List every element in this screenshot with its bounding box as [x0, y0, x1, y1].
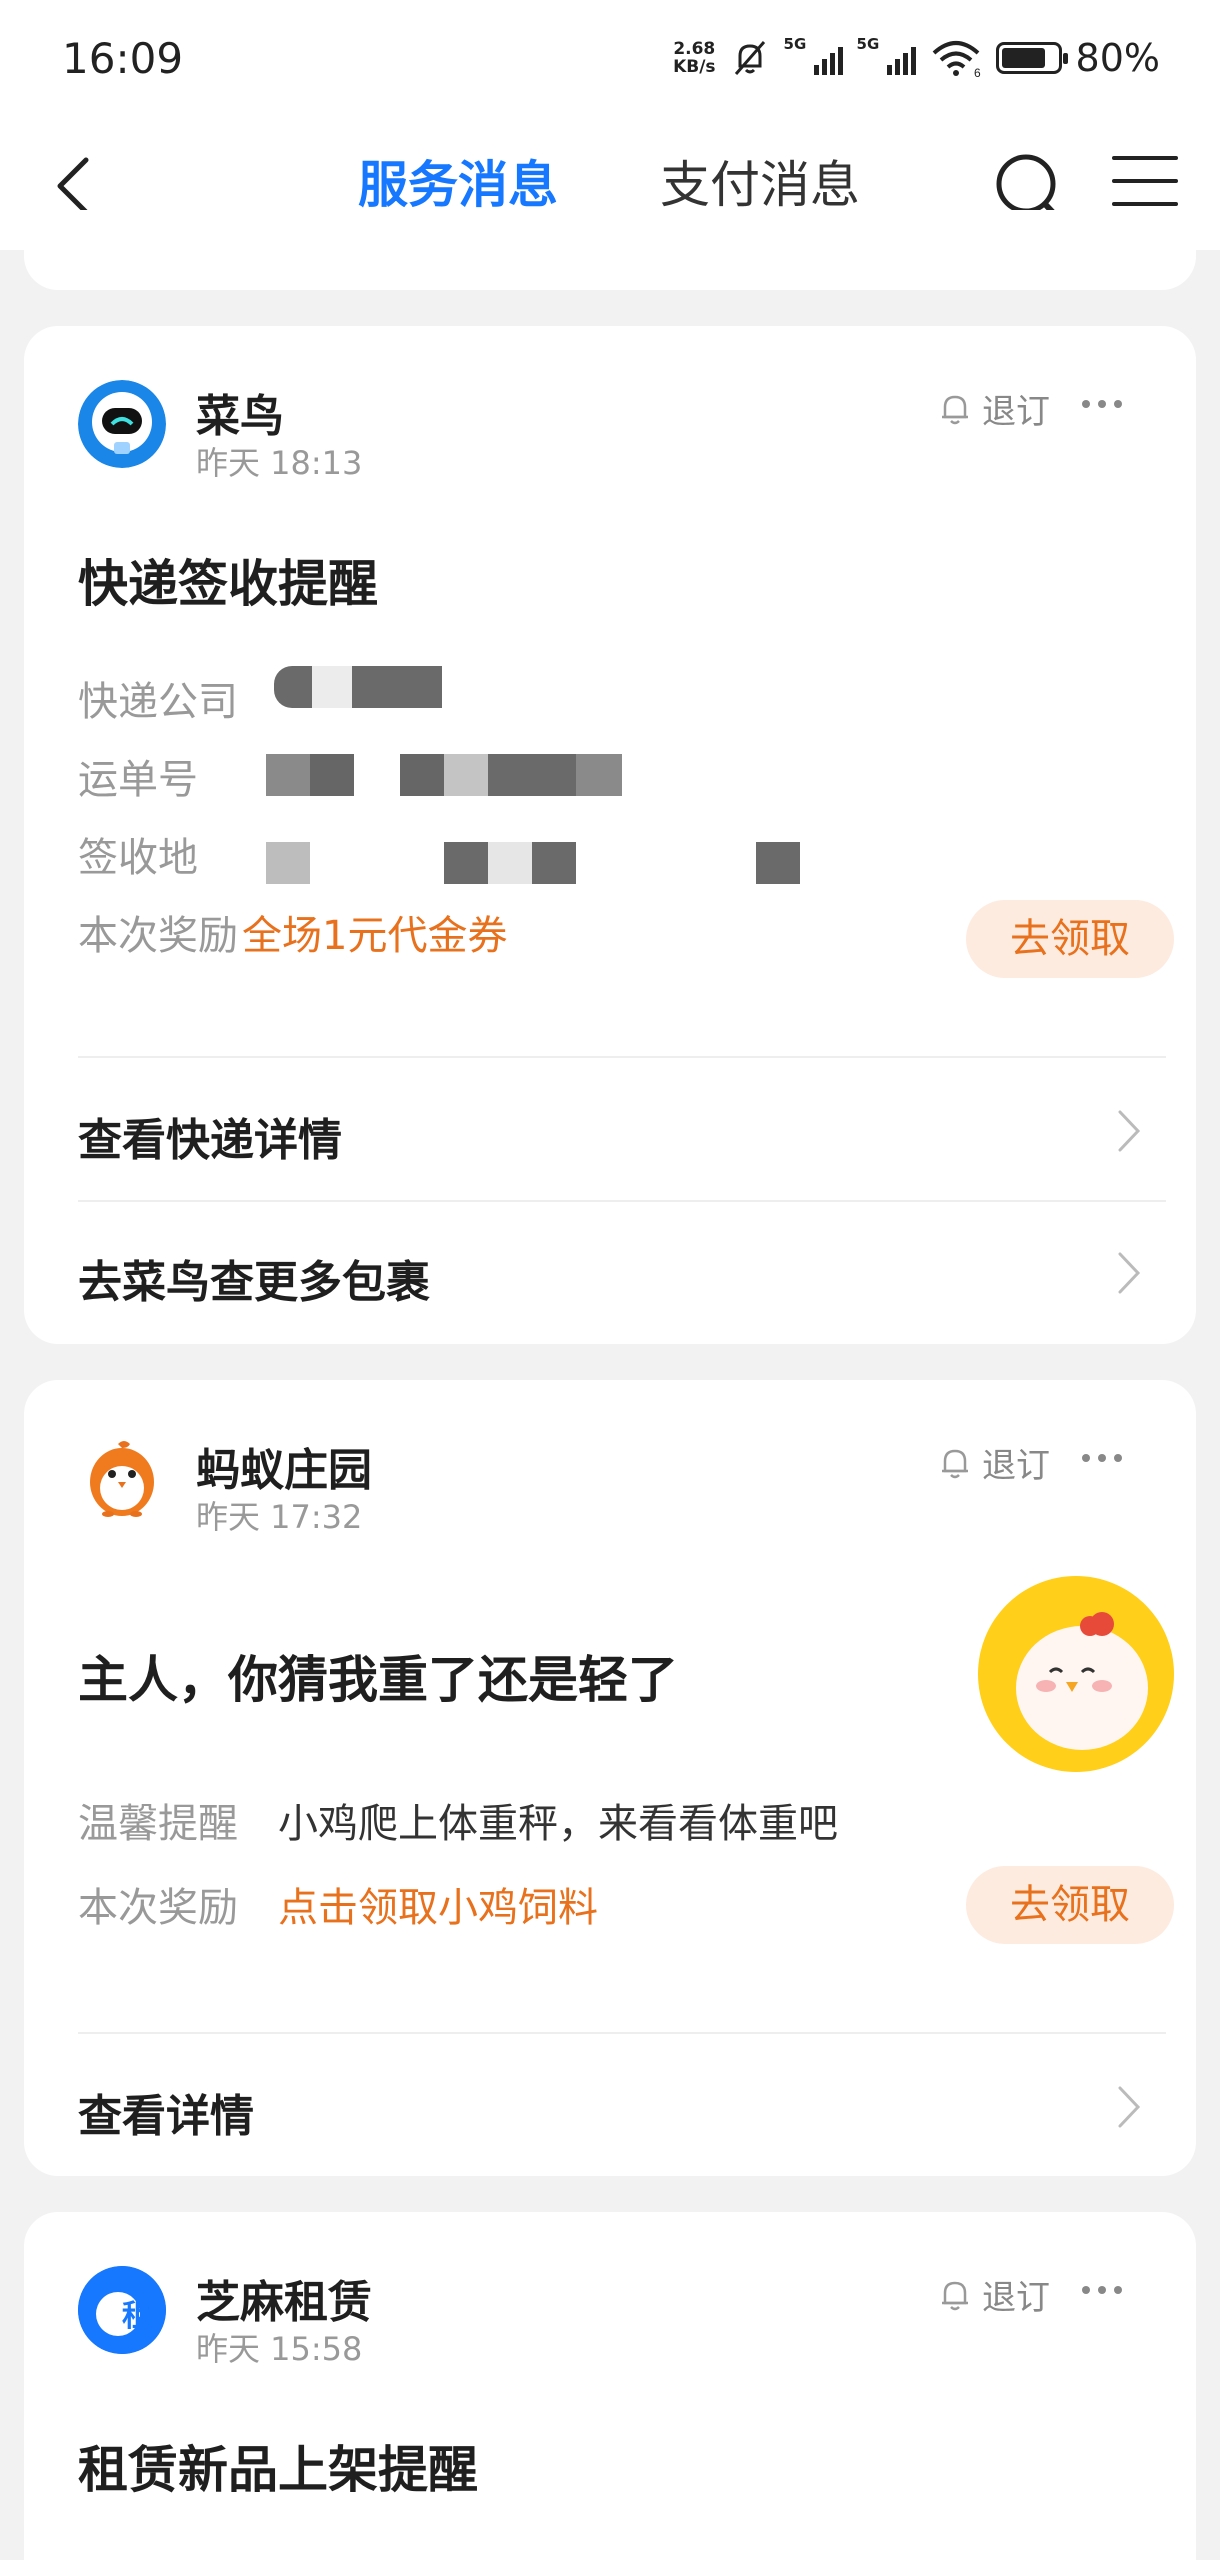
redacted-value	[352, 666, 442, 708]
redacted-value	[312, 666, 352, 708]
bell-icon	[942, 395, 968, 424]
cainiao-logo-icon	[78, 380, 166, 468]
card-header: 蚂蚁庄园 昨天 17:32 退订	[78, 1434, 1196, 1536]
redacted-value	[400, 754, 444, 796]
chevron-right-icon	[1118, 1252, 1141, 1294]
mute-bell-icon	[734, 41, 765, 75]
redacted-value	[444, 842, 488, 884]
more-dots-icon	[1082, 400, 1090, 408]
field-row-tip: 温馨提醒 小鸡爬上体重秤，来看看体重吧	[78, 1792, 838, 1848]
status-icons: 2.68 KB/s 5G 5G 6 80%	[673, 35, 1160, 80]
field-key: 本次奖励	[78, 1885, 238, 1931]
message-title: 租赁新品上架提醒	[78, 2441, 478, 2499]
wifi-icon: 6	[932, 41, 981, 77]
reward-value: 全场1元代金券	[242, 913, 508, 959]
battery-percent: 80%	[1075, 36, 1160, 80]
field-key: 快递公司	[78, 679, 238, 725]
status-time: 16:09	[62, 34, 184, 83]
more-dots-icon	[1082, 1454, 1090, 1462]
signal-5g-icon: 5G	[784, 35, 843, 75]
link-label: 去菜鸟查更多包裹	[78, 1257, 430, 1308]
network-speed: 2.68 KB/s	[673, 40, 715, 76]
menu-button[interactable]	[1112, 156, 1178, 216]
chevron-right-icon	[1118, 1110, 1141, 1152]
field-key: 温馨提醒	[78, 1801, 238, 1847]
field-row-tracking: 运单号	[78, 748, 278, 804]
more-options-button[interactable]	[1082, 1454, 1122, 1462]
claim-reward-button[interactable]: 去领取	[966, 1866, 1174, 1944]
more-dots-icon	[1082, 2286, 1090, 2294]
message-title: 快递签收提醒	[78, 555, 378, 613]
source-name: 蚂蚁庄园	[196, 1445, 372, 1496]
claim-reward-button[interactable]: 去领取	[966, 900, 1174, 978]
tip-value: 小鸡爬上体重秤，来看看体重吧	[278, 1801, 838, 1847]
field-row-reward: 本次奖励 全场1元代金券	[78, 904, 507, 960]
field-row-reward: 本次奖励 点击领取小鸡饲料	[78, 1876, 598, 1932]
network-speed-value: 2.68	[673, 39, 716, 59]
battery-icon	[995, 42, 1068, 74]
unsubscribe-button[interactable]: 退订	[938, 2270, 1050, 2319]
message-time: 昨天 17:32	[196, 1498, 363, 1536]
card-header: 租 芝麻租赁 昨天 15:58 退订	[78, 2266, 1196, 2368]
link-row-express-details[interactable]: 查看快递详情	[78, 1060, 1166, 1200]
bell-icon	[942, 1449, 968, 1478]
message-title: 主人，你猜我重了还是轻了	[78, 1651, 678, 1709]
bell-icon	[942, 2281, 968, 2310]
redacted-value	[488, 754, 576, 796]
link-label: 查看详情	[78, 2091, 254, 2142]
redacted-value	[274, 666, 312, 708]
divider	[78, 2032, 1166, 2034]
link-row-view-details[interactable]: 查看详情	[78, 2036, 1166, 2176]
status-bar: 16:09 2.68 KB/s 5G 5G 6 80%	[0, 0, 1220, 120]
field-key: 运单号	[78, 757, 198, 803]
redacted-value	[444, 754, 488, 796]
link-label: 查看快递详情	[78, 1115, 342, 1166]
previous-message-card	[24, 210, 1196, 290]
redacted-value	[532, 842, 576, 884]
unsubscribe-button[interactable]: 退订	[938, 384, 1050, 433]
more-options-button[interactable]	[1082, 2286, 1122, 2294]
zhima-logo-char: 租	[122, 2299, 152, 2334]
message-card-cainiao: 菜鸟 昨天 18:13 退订 快递签收提醒 快递公司 运单号 签收地 本次奖励 …	[24, 326, 1196, 1344]
card-header: 菜鸟 昨天 18:13 退订	[78, 380, 1196, 482]
redacted-value	[310, 754, 354, 796]
link-row-more-packages[interactable]: 去菜鸟查更多包裹	[78, 1202, 1166, 1342]
wifi-sub: 6	[974, 66, 981, 77]
message-time: 昨天 15:58	[196, 2330, 363, 2368]
divider	[78, 1056, 1166, 1058]
redacted-value	[266, 754, 310, 796]
more-options-button[interactable]	[1082, 400, 1122, 408]
redacted-value	[488, 842, 532, 884]
message-time: 昨天 18:13	[196, 444, 363, 482]
field-row-location: 签收地	[78, 826, 278, 882]
source-name: 芝麻租赁	[196, 2277, 372, 2328]
signal-5g-icon-2: 5G	[857, 35, 916, 75]
chick-illustration	[978, 1576, 1174, 1772]
menu-icon	[1112, 156, 1178, 160]
signal-1-label: 5G	[783, 35, 807, 53]
unsubscribe-label: 退订	[982, 1446, 1050, 1486]
unsubscribe-button[interactable]: 退订	[938, 1438, 1050, 1487]
redacted-value	[756, 842, 800, 884]
chevron-right-icon	[1118, 2086, 1141, 2128]
field-key: 签收地	[78, 835, 198, 881]
reward-value: 点击领取小鸡饲料	[278, 1885, 598, 1931]
antfarm-chick-logo-icon	[78, 1434, 166, 1522]
zhima-rental-logo-icon: 租	[78, 2266, 166, 2354]
signal-2-label: 5G	[856, 35, 880, 53]
redacted-value	[266, 842, 310, 884]
network-speed-unit: KB/s	[673, 57, 716, 77]
message-card-zhima: 租 芝麻租赁 昨天 15:58 退订 租赁新品上架提醒	[24, 2212, 1196, 2560]
redacted-value	[576, 754, 622, 796]
source-name: 菜鸟	[196, 391, 284, 442]
field-row-company: 快递公司	[78, 670, 278, 726]
message-card-antfarm: 蚂蚁庄园 昨天 17:32 退订 主人，你猜我重了还是轻了 温馨提醒 小鸡爬上体…	[24, 1380, 1196, 2176]
unsubscribe-label: 退订	[982, 392, 1050, 432]
unsubscribe-label: 退订	[982, 2278, 1050, 2318]
